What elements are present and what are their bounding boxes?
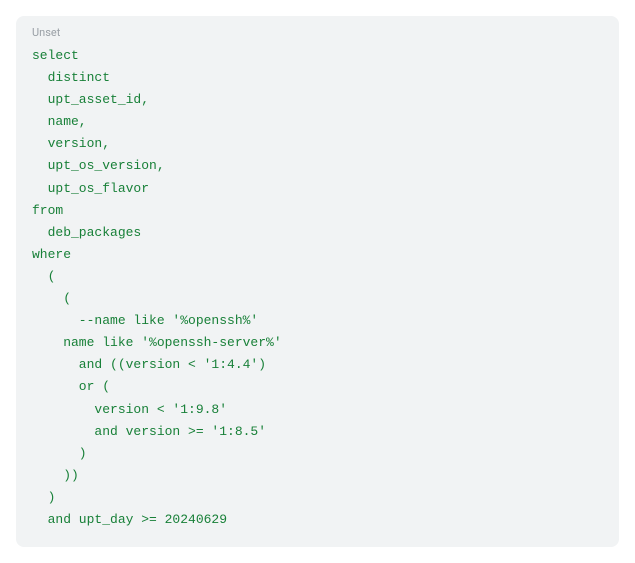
code-content: select distinct upt_asset_id, name, vers… — [32, 45, 603, 531]
language-label: Unset — [32, 26, 603, 39]
code-block: Unset select distinct upt_asset_id, name… — [16, 16, 619, 547]
